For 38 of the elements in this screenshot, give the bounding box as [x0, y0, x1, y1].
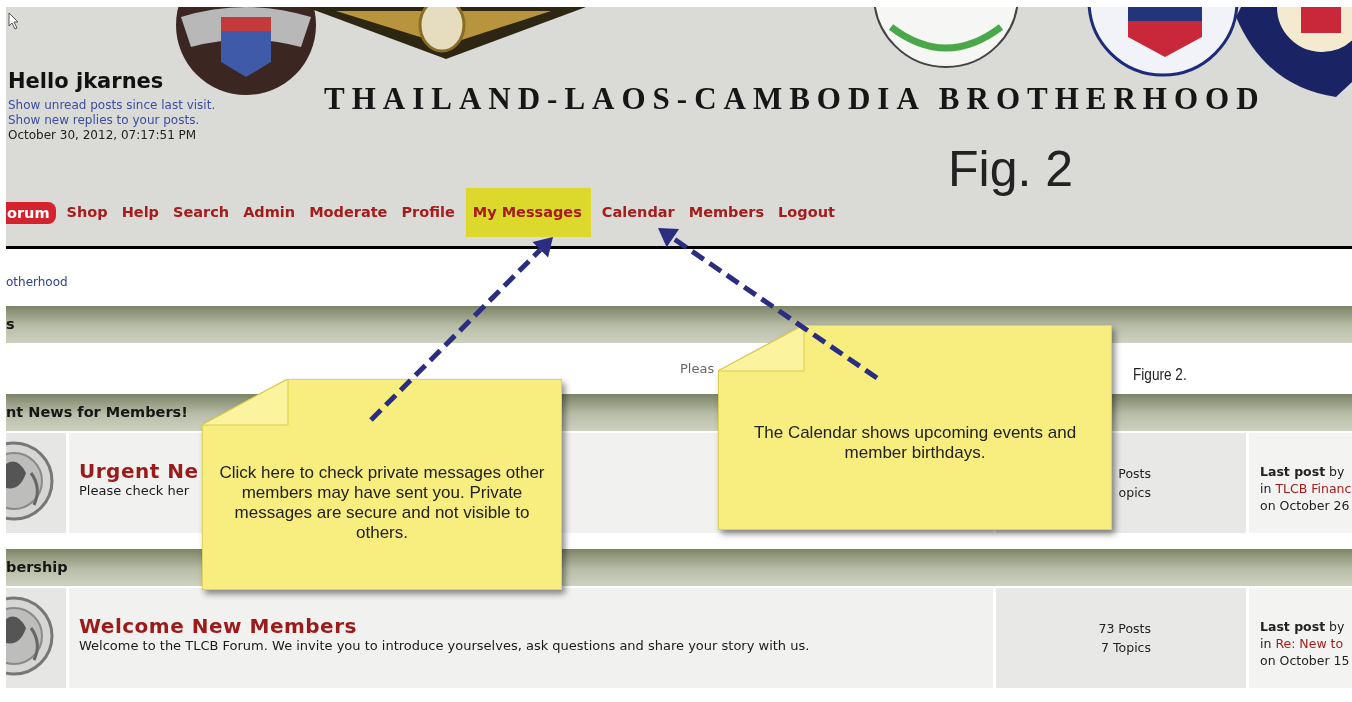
header-link[interactable]: Show new replies to your posts.	[8, 113, 200, 128]
topic-count: 7 Topics	[1101, 639, 1151, 656]
topic-link[interactable]: TLCB Financ	[1275, 481, 1352, 496]
board-title-link[interactable]: Urgent Ne	[79, 460, 199, 482]
nav-link[interactable]: Admin	[240, 188, 299, 237]
site-title: THAILAND-LAOS-CAMBODIA BROTHERHOOD	[324, 82, 1266, 118]
greeting: Hello jkarnes	[8, 68, 164, 94]
nav-link[interactable]: Calendar	[598, 188, 678, 237]
last-post-in: in Re: New to	[1260, 635, 1344, 652]
post-count: Posts	[1118, 465, 1151, 482]
topic-link[interactable]: Re: New to	[1275, 636, 1344, 651]
last-post-by: Last post by	[1260, 618, 1345, 635]
board-title-link[interactable]: Welcome New Members	[79, 615, 357, 637]
last-post-date: on October 26	[1260, 497, 1350, 514]
nav-link[interactable]: Shop	[63, 188, 111, 237]
last-post-by: Last post by	[1260, 463, 1345, 480]
nav-link[interactable]: Profile	[398, 188, 458, 237]
last-post-in: in TLCB Financ	[1260, 480, 1352, 497]
nav-link[interactable]: Members	[685, 188, 768, 237]
last-post-date: on October 15	[1260, 652, 1350, 669]
topic-count: opics	[1118, 484, 1151, 501]
breadcrumb-link[interactable]: otherhood	[6, 274, 68, 289]
callout-text: Click here to check private messages other members may have sent you. Private messages are secure and not visible to others.	[218, 463, 546, 543]
nav-link[interactable]: orum	[6, 201, 56, 224]
cursor-icon	[8, 12, 20, 30]
figure-label: Fig. 2	[948, 140, 1074, 199]
nav-link[interactable]: Search	[170, 188, 233, 237]
date-time: October 30, 2012, 07:17:51 PM	[8, 128, 197, 143]
nav-link[interactable]: My Messages	[465, 188, 591, 237]
header-link[interactable]: Show unread posts since last visit.	[8, 98, 216, 113]
nav-link[interactable]: Help	[118, 188, 162, 237]
notice-text: Pleas	[680, 361, 715, 376]
nav-link[interactable]: Moderate	[306, 188, 391, 237]
nav-link[interactable]: Logout	[775, 188, 838, 237]
board-description: Please check her	[79, 482, 190, 499]
board-description: Welcome to the TLCB Forum. We invite you to introduce yourselves, ask questions and share your story with us.	[79, 637, 810, 654]
figure-caption: Figure 2.	[1133, 366, 1187, 384]
post-count: 73 Posts	[1098, 620, 1151, 637]
